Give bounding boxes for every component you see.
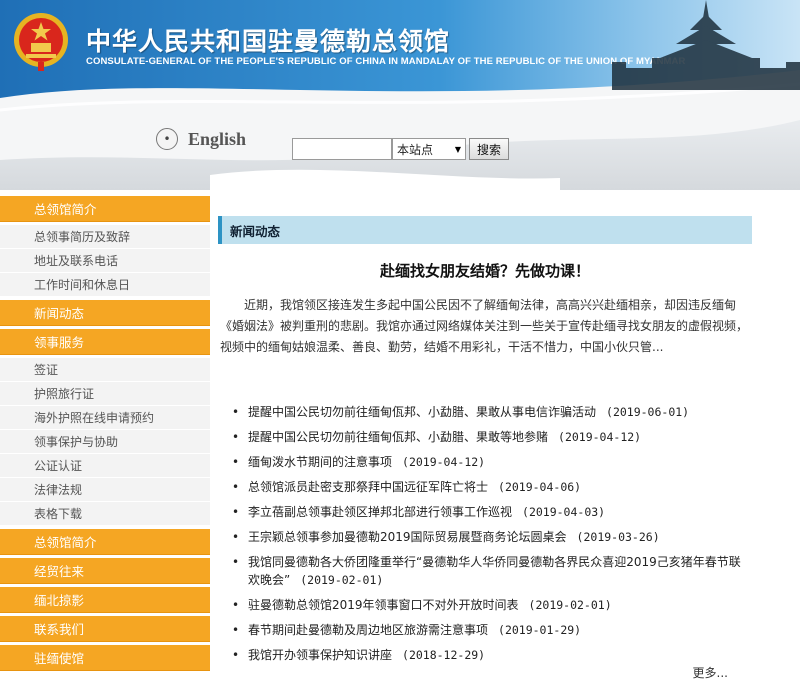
news-item[interactable]: 提醒中国公民切勿前往缅甸佤邦、小勐腊、果敢从事电信诈骗活动 (2019-06-01… [232, 403, 752, 421]
sidebar-item-consular-services[interactable]: 领事服务 [0, 329, 210, 355]
english-link-label: English [188, 128, 247, 149]
dropdown-arrow-icon: ▼ [454, 144, 461, 154]
news-item[interactable]: 提醒中国公民切勿前往缅甸佤邦、小勐腊、果敢等地参赌 (2019-04-12) [232, 428, 752, 446]
news-item[interactable]: 春节期间赴曼德勒及周边地区旅游需注意事项 (2019-01-29) [232, 621, 752, 639]
site-header: 中华人民共和国驻曼德勒总领馆 CONSULATE-GENERAL OF THE … [0, 0, 800, 190]
sidebar-subitem-address-phone[interactable]: 地址及联系电话 [0, 249, 210, 273]
sidebar-subitem-consul-profile[interactable]: 总领事简历及致辞 [0, 225, 210, 249]
featured-headline[interactable]: 赴缅找女朋友结婚？先做功课！ [218, 260, 752, 281]
news-title: 我馆开办领事保护知识讲座 [248, 648, 393, 662]
sidebar-subitem-online-passport[interactable]: 海外护照在线申请预约 [0, 406, 210, 430]
news-list: 提醒中国公民切勿前往缅甸佤邦、小勐腊、果敢从事电信诈骗活动 (2019-06-01… [218, 403, 752, 664]
news-title: 缅甸泼水节期间的注意事项 [248, 455, 393, 469]
news-item[interactable]: 李立蓓副总领事赴领区掸邦北部进行领事工作巡视 (2019-04-03) [232, 503, 752, 521]
sidebar-item-trade[interactable]: 经贸往来 [0, 558, 210, 584]
search-button[interactable]: 搜索 [469, 138, 509, 160]
sidebar-group: 新闻动态 [0, 300, 210, 326]
sidebar-item-consulate-intro-2[interactable]: 总领馆简介 [0, 529, 210, 555]
sidebar-subitem-consular-protection[interactable]: 领事保护与协助 [0, 430, 210, 454]
sidebar-item-consulate-intro[interactable]: 总领馆简介 [0, 196, 210, 222]
news-title: 提醒中国公民切勿前往缅甸佤邦、小勐腊、果敢等地参赌 [248, 430, 549, 444]
pagoda-icon [612, 0, 800, 90]
news-item[interactable]: 我馆同曼德勒各大侨团隆重举行“曼德勒华人华侨同曼德勒各界民众喜迎2019己亥猪年… [232, 553, 752, 589]
sidebar-subitem-notarization[interactable]: 公证认证 [0, 454, 210, 478]
news-date: (2019-04-03) [522, 505, 606, 519]
search-input[interactable] [292, 138, 392, 160]
news-date: (2018-12-29) [402, 648, 486, 662]
main-content: 新闻动态 赴缅找女朋友结婚？先做功课！ 近期，我馆领区接连发生多起中国公民因不了… [218, 216, 752, 684]
sidebar-item-embassy[interactable]: 驻缅使馆 [0, 645, 210, 671]
sidebar-subitem-working-hours[interactable]: 工作时间和休息日 [0, 273, 210, 297]
site-title-english: CONSULATE-GENERAL OF THE PEOPLE'S REPUBL… [86, 56, 686, 67]
sidebar-item-contact[interactable]: 联系我们 [0, 616, 210, 642]
news-title: 李立蓓副总领事赴领区掸邦北部进行领事工作巡视 [248, 505, 513, 519]
sidebar-subitem-laws[interactable]: 法律法规 [0, 478, 210, 502]
sidebar-subitem-passport[interactable]: 护照旅行证 [0, 382, 210, 406]
featured-summary: 近期，我馆领区接连发生多起中国公民因不了解缅甸法律，高高兴兴赴缅相亲，却因违反缅… [220, 298, 749, 354]
news-date: (2019-03-26) [576, 530, 660, 544]
news-date: (2019-06-01) [606, 405, 690, 419]
search-scope-select[interactable]: 本站点 ▼ [392, 138, 466, 160]
news-title: 驻曼德勒总领馆2019年领事窗口不对外开放时间表 [248, 598, 519, 612]
news-title: 王宗颖总领事参加曼德勒2019国际贸易展暨商务论坛圆桌会 [248, 530, 567, 544]
news-title: 总领馆派员赴密支那祭拜中国远征军阵亡将士 [248, 480, 489, 494]
sidebar-group: 领事服务 签证 护照旅行证 海外护照在线申请预约 领事保护与协助 公证认证 法律… [0, 329, 210, 526]
news-date: (2019-01-29) [498, 623, 582, 637]
news-item[interactable]: 缅甸泼水节期间的注意事项 (2019-04-12) [232, 453, 752, 471]
news-date: (2019-04-12) [402, 455, 486, 469]
sidebar-subitem-visa[interactable]: 签证 [0, 358, 210, 382]
news-date: (2019-04-12) [558, 430, 642, 444]
search-scope-value: 本站点 [397, 142, 434, 157]
sidebar-item-north-myanmar[interactable]: 缅北掠影 [0, 587, 210, 613]
news-date: (2019-04-06) [498, 480, 582, 494]
more-link[interactable]: 更多... [693, 664, 728, 681]
news-date: (2019-02-01) [300, 573, 384, 587]
english-version-link[interactable]: • English [156, 126, 246, 152]
news-item[interactable]: 驻曼德勒总领馆2019年领事窗口不对外开放时间表 (2019-02-01) [232, 596, 752, 614]
site-title-chinese: 中华人民共和国驻曼德勒总领馆 [86, 27, 451, 56]
sidebar-subitem-forms[interactable]: 表格下载 [0, 502, 210, 526]
news-item[interactable]: 我馆开办领事保护知识讲座 (2018-12-29) [232, 646, 752, 664]
national-emblem-icon [14, 13, 68, 71]
news-title: 提醒中国公民切勿前往缅甸佤邦、小勐腊、果敢从事电信诈骗活动 [248, 405, 597, 419]
sidebar-nav: 总领馆简介 总领事简历及致辞 地址及联系电话 工作时间和休息日 新闻动态 领事服… [0, 192, 210, 684]
sidebar-group: 总领馆简介 总领事简历及致辞 地址及联系电话 工作时间和休息日 [0, 196, 210, 297]
news-title: 春节期间赴曼德勒及周边地区旅游需注意事项 [248, 623, 489, 637]
news-item[interactable]: 王宗颖总领事参加曼德勒2019国际贸易展暨商务论坛圆桌会 (2019-03-26) [232, 528, 752, 546]
sidebar-item-news[interactable]: 新闻动态 [0, 300, 210, 326]
circle-dot-icon: • [156, 128, 178, 150]
tab-news[interactable]: 新闻动态 [218, 216, 752, 244]
news-date: (2019-02-01) [528, 598, 612, 612]
news-item[interactable]: 总领馆派员赴密支那祭拜中国远征军阵亡将士 (2019-04-06) [232, 478, 752, 496]
